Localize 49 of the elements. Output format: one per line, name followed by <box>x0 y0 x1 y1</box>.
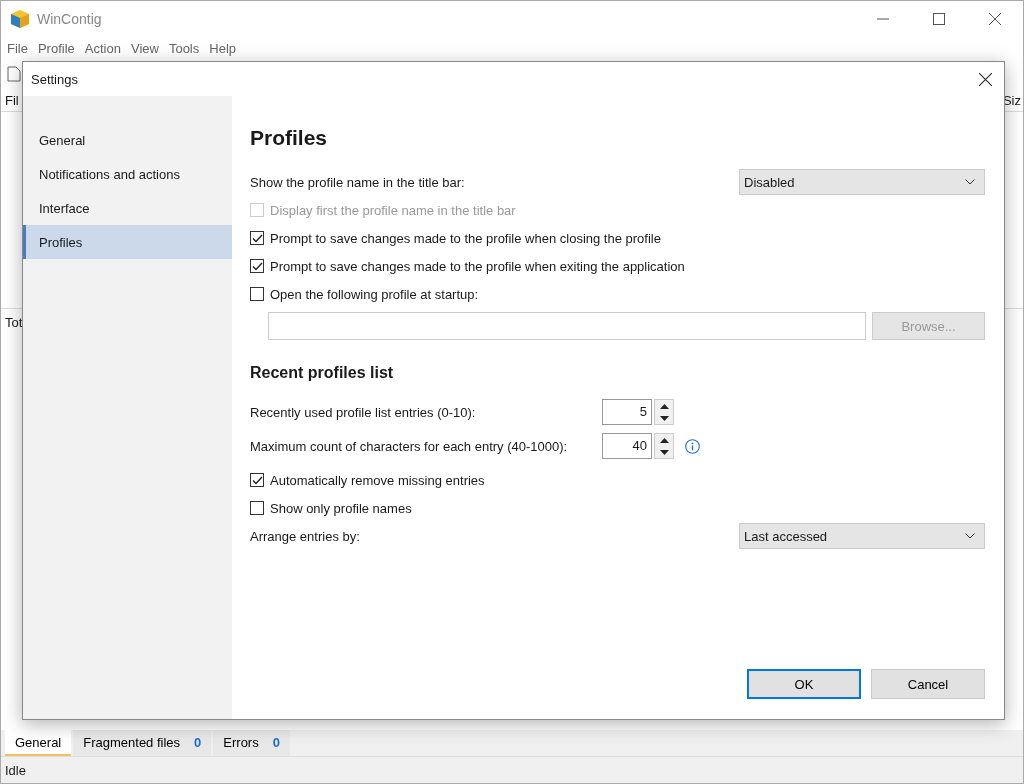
column-header[interactable]: Fil <box>5 92 19 108</box>
menu-item[interactable]: Action <box>84 40 121 56</box>
info-icon[interactable] <box>685 438 700 454</box>
sidebar-item[interactable]: Interface <box>23 191 232 225</box>
dropdown[interactable]: Last accessed <box>739 523 985 549</box>
field-label: Recently used profile list entries (0-10): <box>250 404 477 420</box>
sidebar-item[interactable]: General <box>23 123 232 157</box>
checkbox-label[interactable]: Prompt to save changes made to the profile when exiting the application <box>270 258 685 274</box>
close-icon[interactable] <box>979 72 992 86</box>
dialog-button[interactable]: Cancel <box>871 669 985 699</box>
menu-item[interactable]: Tools <box>168 40 200 56</box>
checkbox[interactable] <box>250 501 264 515</box>
checkbox-label[interactable]: Show only profile names <box>270 500 412 516</box>
chevron-down-icon <box>965 533 975 539</box>
checkbox-label[interactable]: Automatically remove missing entries <box>270 472 485 488</box>
tab[interactable]: Fragmented files 0 <box>73 730 212 756</box>
spin-buttons[interactable] <box>654 399 674 425</box>
totals-label: Tot <box>5 315 23 330</box>
field-label: Arrange entries by: <box>250 528 360 544</box>
status-text: Idle <box>5 762 26 778</box>
window-title: WinContig <box>37 11 102 27</box>
sidebar-item[interactable]: Notifications and actions <box>23 157 232 191</box>
page-heading: Profiles <box>250 126 329 150</box>
sidebar-item[interactable]: Profiles <box>23 225 232 259</box>
dialog-button[interactable]: OK <box>747 669 861 699</box>
checkbox[interactable] <box>250 287 264 301</box>
checkbox[interactable] <box>250 473 264 487</box>
checkbox-label[interactable]: Prompt to save changes made to the profile when closing the profile <box>270 230 661 246</box>
checkbox-label[interactable]: Open the following profile at startup: <box>270 286 479 302</box>
tab[interactable]: General <box>5 730 72 756</box>
chevron-down-icon <box>965 179 975 185</box>
number-field[interactable]: 40 <box>602 433 652 459</box>
dropdown[interactable]: Disabled <box>739 169 985 195</box>
checkbox[interactable] <box>250 231 264 245</box>
dialog-title: Settings <box>31 71 78 87</box>
tab[interactable]: Errors 0 <box>213 730 290 756</box>
field-label: Show the profile name in the title bar: <box>250 174 465 190</box>
close-icon[interactable] <box>989 13 1001 25</box>
menu-item[interactable]: File <box>7 40 28 56</box>
checkbox[interactable] <box>250 259 264 273</box>
menu-item[interactable]: View <box>130 40 159 56</box>
number-field[interactable]: 5 <box>602 399 652 425</box>
spin-buttons[interactable] <box>654 433 674 459</box>
app-logo-icon <box>10 9 30 29</box>
menu-item[interactable]: Profile <box>37 40 75 56</box>
menu-item[interactable]: Help <box>209 40 236 56</box>
field-label: Maximum count of characters for each entry (40-1000): <box>250 438 569 454</box>
section-heading: Recent profiles list <box>250 364 395 382</box>
maximize-icon[interactable] <box>933 13 945 25</box>
